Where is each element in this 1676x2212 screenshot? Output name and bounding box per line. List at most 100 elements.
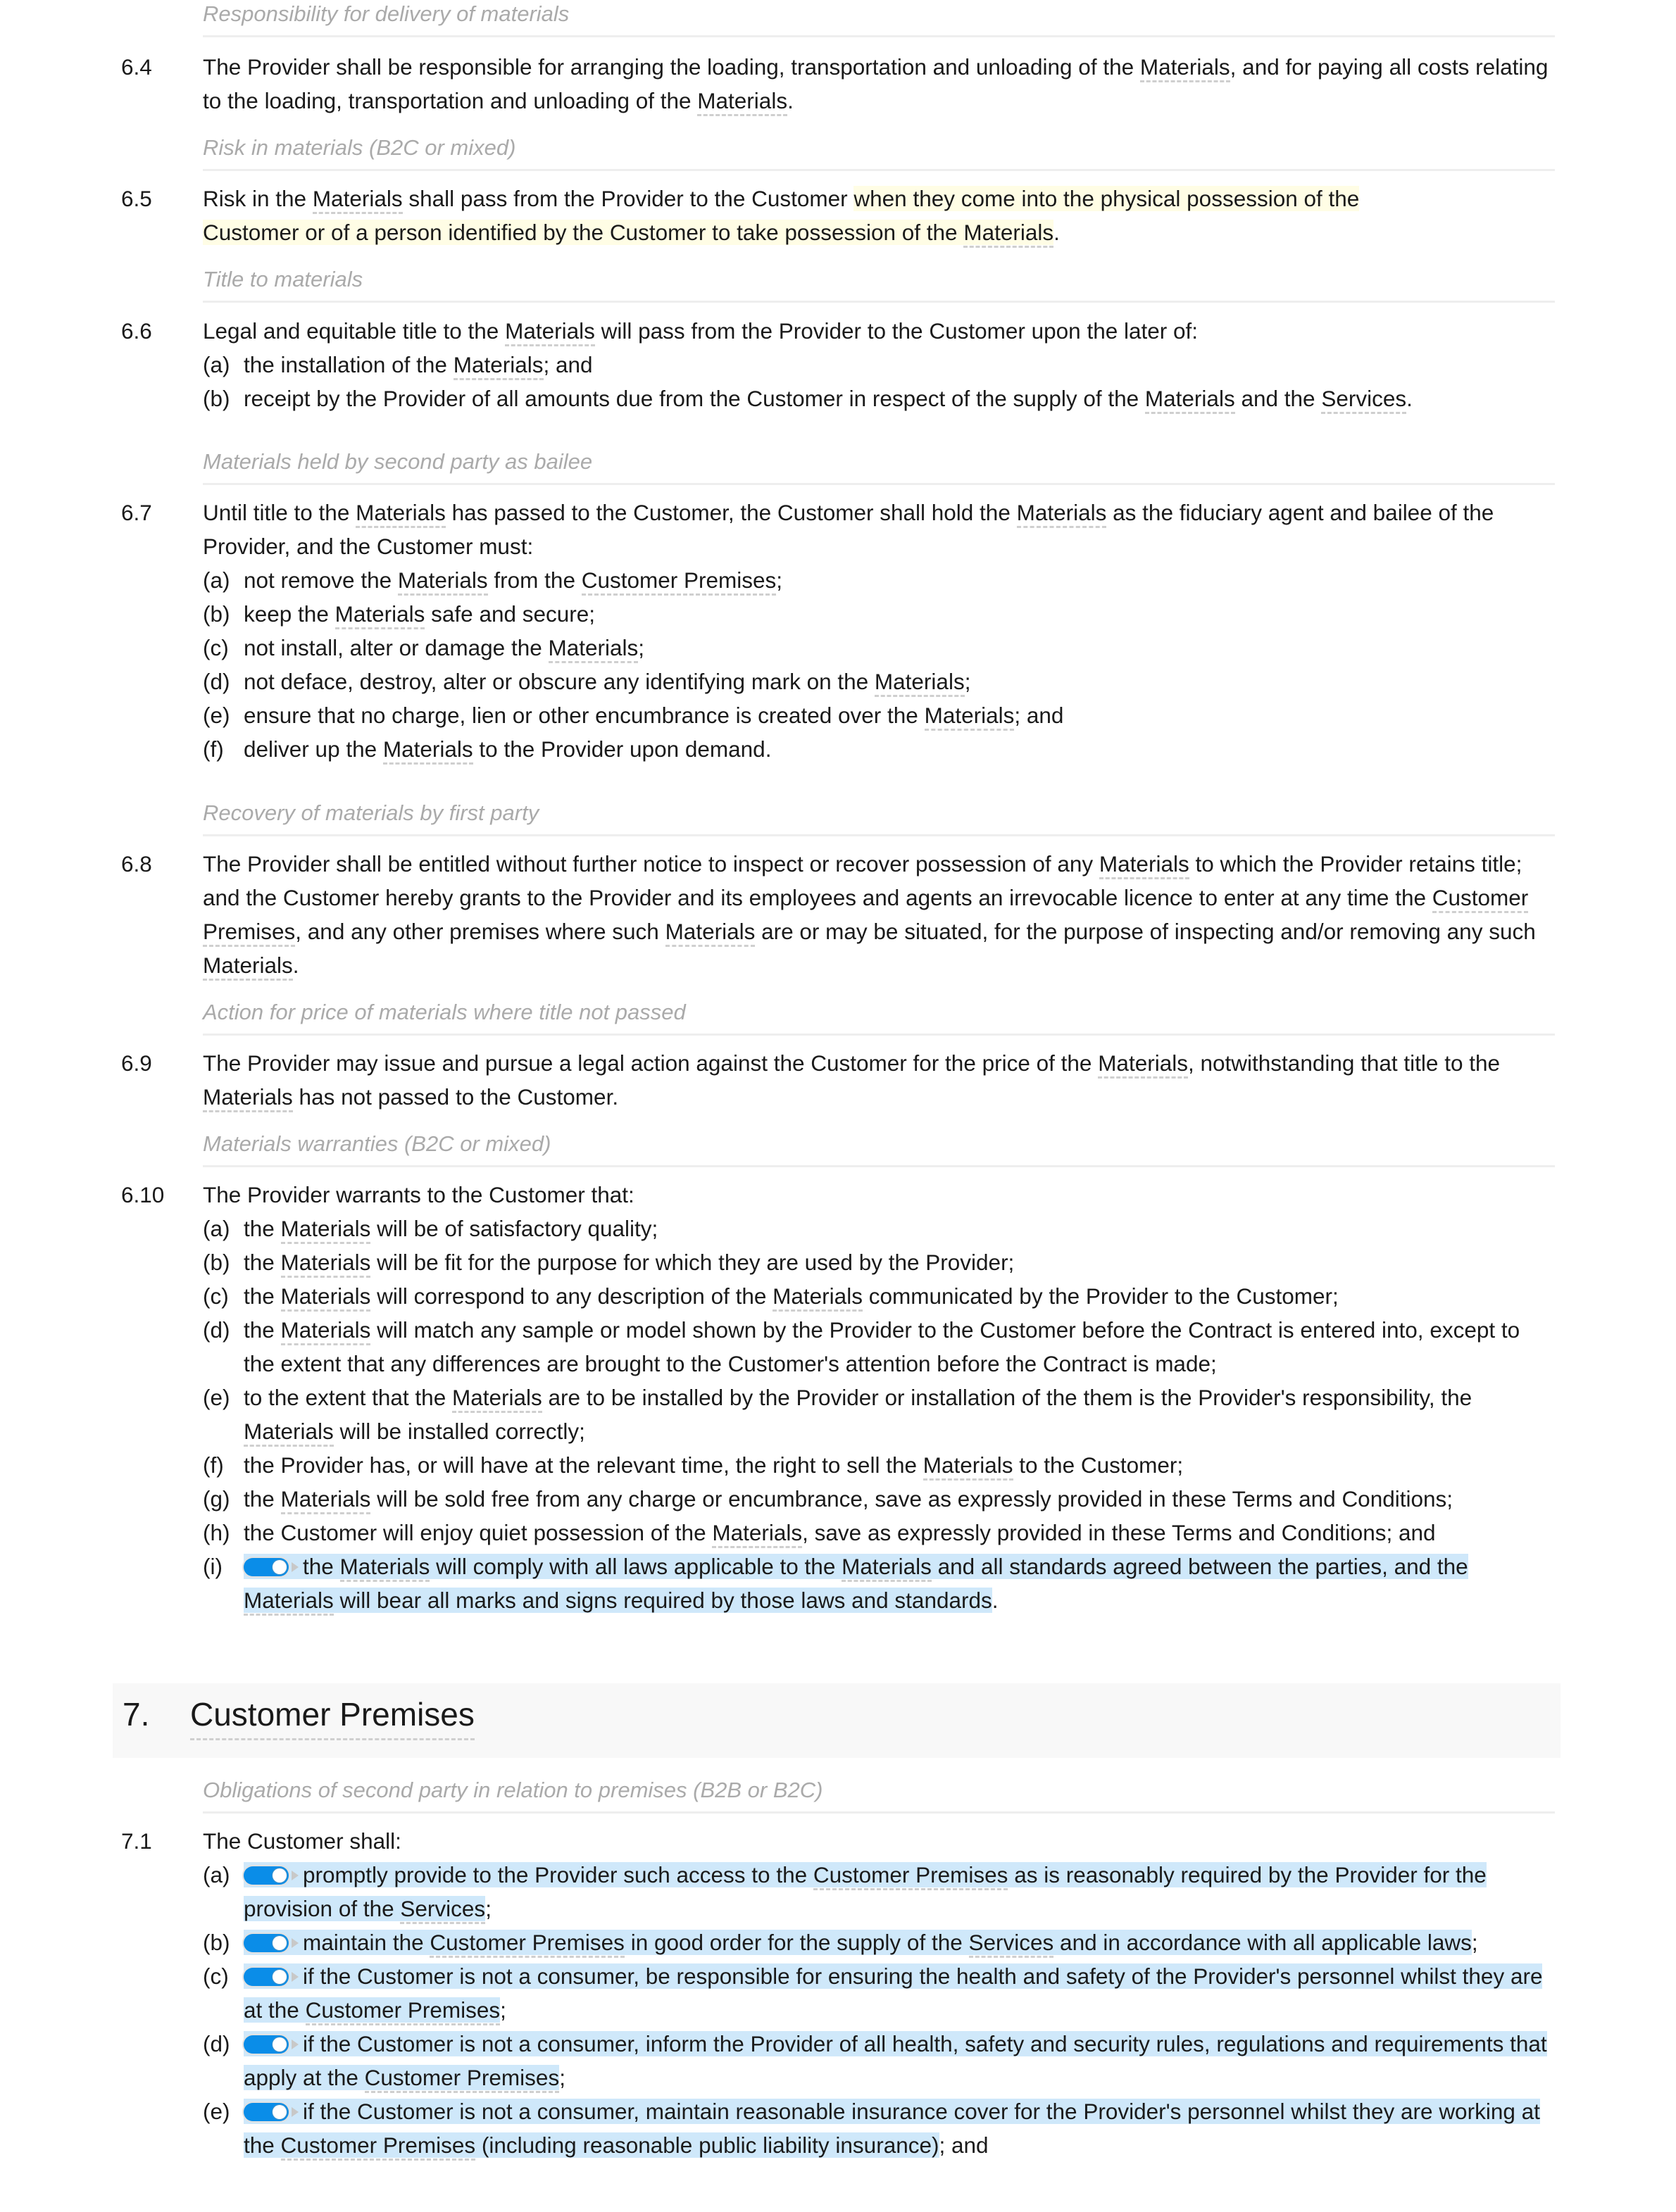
defined-term[interactable]: Materials [1099, 851, 1189, 879]
defined-term[interactable]: Materials [773, 1283, 863, 1312]
sub-clause-text: the installation of the Materials; and [244, 352, 593, 380]
sub-clause-letter: (b) [203, 1250, 230, 1275]
defined-term[interactable]: Services [968, 1930, 1054, 1958]
toggle-switch-icon[interactable] [244, 1558, 299, 1576]
clause-label: Risk in materials (B2C or mixed) [203, 134, 1555, 171]
optional-text-highlight[interactable]: if the Customer is not a consumer, be re… [244, 1963, 1543, 2025]
sub-clause-text: the Materials will be fit for the purpos… [244, 1250, 1014, 1278]
section-heading: 7. Customer Premises [113, 1683, 1561, 1758]
sub-clause-letter: (a) [203, 1862, 230, 1887]
toggle-switch-icon[interactable] [244, 2103, 299, 2121]
defined-term[interactable]: Customer Premises [581, 567, 777, 596]
defined-term[interactable]: Materials [1144, 386, 1235, 414]
defined-term[interactable]: Services [400, 1896, 486, 1924]
defined-term[interactable]: Customer Premises [813, 1862, 1008, 1890]
defined-term[interactable]: Materials [280, 1283, 371, 1312]
optional-text-highlight[interactable]: the Materials will comply with all laws … [244, 1554, 1468, 1616]
sub-clause-letter: (a) [203, 352, 230, 377]
clause-number: 6.5 [121, 186, 152, 211]
clause-text: The Provider shall be entitled without f… [203, 847, 1556, 982]
section-title[interactable]: Customer Premises [190, 1695, 475, 1740]
sub-clause: (a) the Materials will be of satisfactory… [203, 1212, 1556, 1245]
defined-term[interactable]: Materials [665, 919, 756, 947]
defined-term[interactable]: Materials [280, 1216, 371, 1244]
defined-term[interactable]: Customer Premises [203, 885, 1529, 947]
sub-clause: (b) the Materials will be fit for the pur… [203, 1245, 1556, 1279]
defined-term[interactable]: Materials [697, 88, 788, 116]
clause-number: 6.8 [121, 851, 152, 876]
sub-clause-text: the Materials will correspond to any des… [244, 1283, 1339, 1312]
defined-term[interactable]: Materials [312, 186, 403, 214]
sub-clause-text: promptly provide to the Provider such ac… [244, 1862, 1487, 1924]
defined-term[interactable]: Materials [382, 736, 473, 765]
sub-clause: (a) promptly provide to the Provider such… [203, 1858, 1556, 1925]
defined-term[interactable]: Materials [505, 318, 595, 346]
toggle-switch-icon[interactable] [244, 1866, 299, 1885]
toggle-switch-icon[interactable] [244, 1934, 299, 1952]
clause-number: 6.6 [121, 318, 152, 344]
defined-term[interactable]: Materials [1098, 1050, 1188, 1079]
section-number: 7. [123, 1696, 150, 1733]
sub-clause: (d) the Materials will match any sample o… [203, 1313, 1556, 1381]
toggle-switch-icon[interactable] [244, 2035, 299, 2054]
sub-clause: (f) deliver up the Materials to the Provi… [203, 732, 1556, 766]
defined-term[interactable]: Materials [244, 1419, 334, 1447]
sub-clause-text: the Provider has, or will have at the re… [244, 1452, 1183, 1481]
clause-text: The Customer shall: [203, 1828, 401, 1854]
clause-text: Legal and equitable title to the Materia… [203, 314, 1556, 348]
defined-term[interactable]: Materials [334, 601, 425, 629]
defined-term[interactable]: Materials [963, 220, 1054, 248]
optional-text-highlight[interactable]: if the Customer is not a consumer, infor… [244, 2031, 1547, 2093]
sub-clause-letter: (e) [203, 1385, 230, 1410]
defined-term[interactable]: Materials [1139, 54, 1230, 82]
defined-term[interactable]: Customer Premises [305, 1997, 501, 2025]
defined-term[interactable]: Materials [1016, 500, 1107, 528]
defined-term[interactable]: Customer Premises [430, 1930, 625, 1958]
defined-term[interactable]: Materials [451, 1385, 542, 1413]
sub-clause-letter: (c) [203, 1283, 229, 1309]
defined-term[interactable]: Materials [842, 1554, 932, 1582]
defined-term[interactable]: Materials [923, 1452, 1013, 1481]
sub-clause: (b) receipt by the Provider of all amount… [203, 382, 1556, 415]
sub-clause-letter: (e) [203, 703, 230, 728]
defined-term[interactable]: Materials [397, 567, 488, 596]
sub-clause: (d) not deface, destroy, alter or obscure… [203, 665, 1556, 698]
sub-clause-letter: (b) [203, 386, 230, 411]
clause-6-7: 6.7 Until title to the Materials has pas… [0, 496, 1556, 766]
sub-clause-letter: (f) [203, 1452, 224, 1478]
defined-term[interactable]: Materials [548, 635, 639, 663]
sub-clause-text: to the extent that the Materials are to … [244, 1385, 1472, 1447]
defined-term[interactable]: Materials [712, 1520, 803, 1548]
defined-term[interactable]: Customer Premises [280, 2132, 476, 2161]
sub-clause-letter: (f) [203, 736, 224, 762]
defined-term[interactable]: Materials [356, 500, 446, 528]
defined-term[interactable]: Materials [280, 1250, 371, 1278]
sub-clause-letter: (d) [203, 669, 230, 694]
optional-text-highlight[interactable]: promptly provide to the Provider such ac… [244, 1862, 1487, 1924]
sub-clause-letter: (i) [203, 1554, 223, 1579]
defined-term[interactable]: Materials [874, 669, 965, 697]
sub-clause-letter: (g) [203, 1486, 230, 1512]
sub-clause: (b) maintain the Customer Premises in goo… [203, 1925, 1556, 1959]
defined-term[interactable]: Materials [339, 1554, 430, 1582]
toggle-switch-icon[interactable] [244, 1968, 299, 1986]
sub-clause: (e) if the Customer is not a consumer, ma… [203, 2094, 1556, 2162]
clause-text: Until title to the Materials has passed … [203, 500, 1494, 559]
optional-text-highlight[interactable]: if the Customer is not a consumer, maint… [244, 2099, 1540, 2161]
defined-term[interactable]: Customer Premises [364, 2065, 560, 2093]
sub-clause: (a) the installation of the Materials; an… [203, 348, 1556, 382]
defined-term[interactable]: Materials [280, 1486, 371, 1514]
sub-clause-text: not deface, destroy, alter or obscure an… [244, 669, 970, 697]
defined-term[interactable]: Materials [280, 1317, 371, 1345]
clause-6-10: 6.10 The Provider warrants to the Custom… [0, 1178, 1556, 1617]
sub-clause-letter: (c) [203, 1963, 229, 1989]
sub-clause-letter: (a) [203, 567, 230, 593]
defined-term[interactable]: Materials [924, 703, 1015, 731]
defined-term[interactable]: Materials [203, 1084, 293, 1112]
defined-term[interactable]: Materials [203, 953, 293, 981]
defined-term[interactable]: Materials [244, 1588, 334, 1616]
defined-term[interactable]: Materials [453, 352, 544, 380]
clause-label: Title to materials [203, 265, 1555, 303]
optional-text-highlight[interactable]: maintain the Customer Premises in good o… [244, 1930, 1472, 1958]
defined-term[interactable]: Services [1321, 386, 1407, 414]
